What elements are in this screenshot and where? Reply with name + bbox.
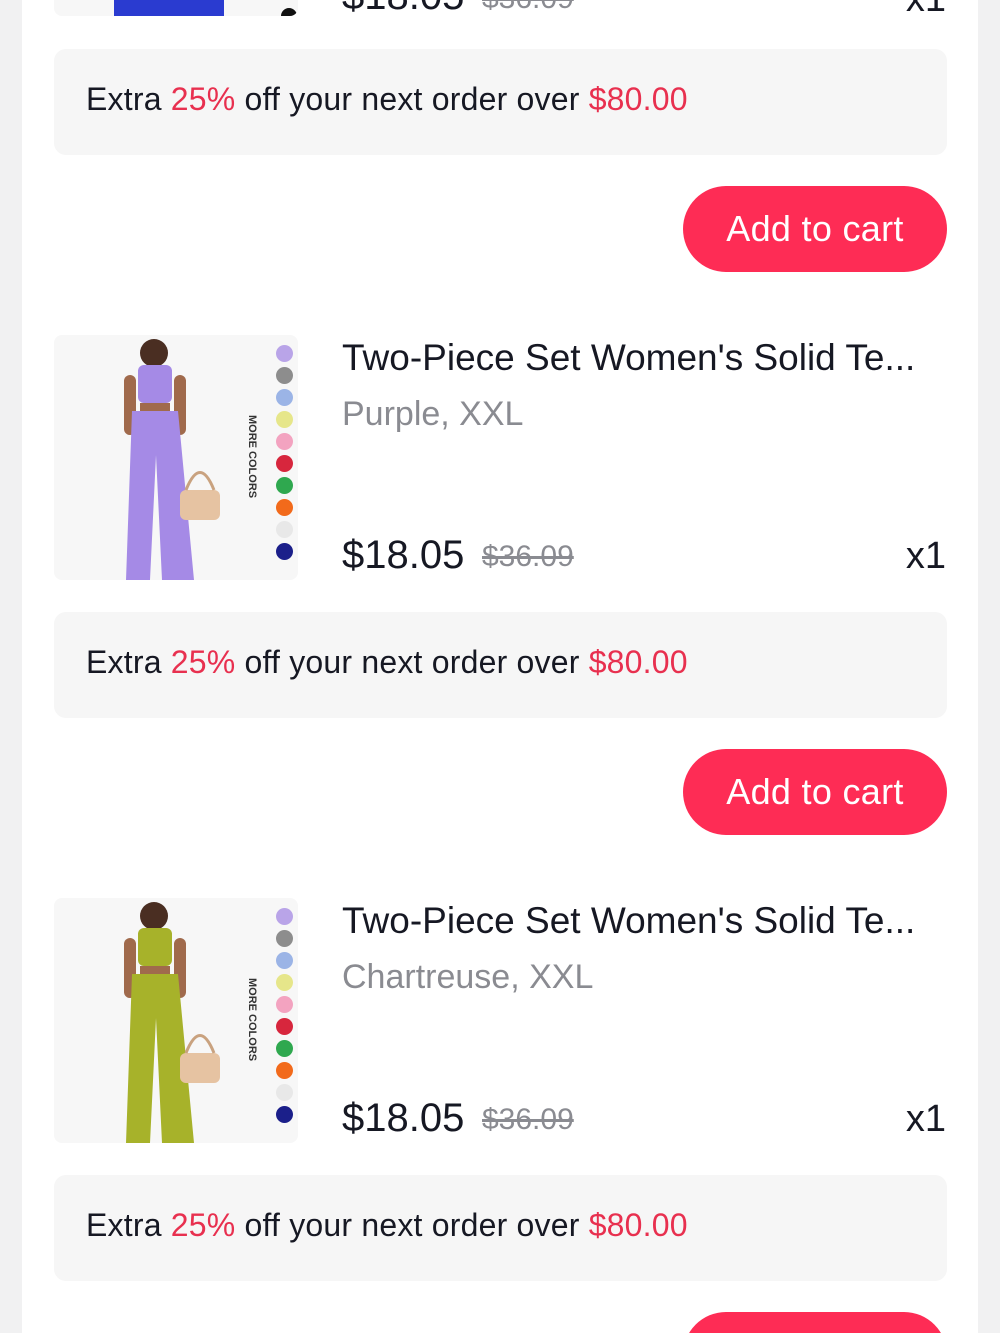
color-swatch (276, 908, 293, 925)
color-swatch (276, 974, 293, 991)
image-caption: MORE COLORS (246, 978, 258, 1062)
color-swatch (276, 411, 293, 428)
add-to-cart-button[interactable]: Add to cart (683, 749, 947, 835)
cart-item-list: $18.05 $36.09 x1 Extra 25% off your next… (22, 0, 978, 1333)
item-title[interactable]: Two-Piece Set Women's Solid Te... (342, 900, 915, 942)
product-image[interactable]: MORE COLORS (54, 335, 298, 580)
color-swatch (276, 455, 293, 472)
item-quantity[interactable]: x1 (906, 1098, 946, 1141)
promo-banner: Extra 25% off your next order over $80.0… (54, 49, 947, 155)
product-image[interactable] (54, 0, 298, 16)
item-price: $18.05 (342, 0, 464, 19)
item-variant[interactable]: Chartreuse, XXL (342, 958, 593, 997)
color-swatch (276, 543, 293, 560)
color-swatch (276, 1084, 293, 1101)
color-swatch (276, 996, 293, 1013)
item-quantity: x1 (906, 0, 946, 21)
color-swatch (276, 367, 293, 384)
promo-text: Extra 25% off your next order over $80.0… (86, 1207, 688, 1243)
color-swatch (276, 1040, 293, 1057)
color-swatch-column (274, 335, 298, 580)
color-swatch (276, 477, 293, 494)
color-swatch (276, 389, 293, 406)
color-swatch (276, 433, 293, 450)
color-swatch (276, 499, 293, 516)
color-swatch-column (274, 898, 298, 1143)
color-swatch (276, 345, 293, 362)
promo-text: Extra 25% off your next order over $80.0… (86, 644, 688, 680)
color-swatch (276, 952, 293, 969)
item-original-price: $36.09 (482, 0, 574, 16)
color-swatch (281, 8, 297, 16)
promo-text: Extra 25% off your next order over $80.0… (86, 81, 688, 117)
color-swatch (276, 1062, 293, 1079)
color-swatch (276, 521, 293, 538)
product-photo (124, 902, 220, 1143)
promo-banner: Extra 25% off your next order over $80.0… (54, 612, 947, 718)
color-swatch (276, 1106, 293, 1123)
color-swatch (276, 1018, 293, 1035)
item-price: $18.05 (342, 533, 465, 577)
add-to-cart-button[interactable]: Add to cart (683, 186, 947, 272)
image-caption: MORE COLORS (246, 415, 258, 499)
item-original-price: $36.09 (482, 540, 574, 573)
color-swatch (276, 930, 293, 947)
item-variant[interactable]: Purple, XXL (342, 395, 523, 434)
product-image[interactable]: MORE COLORS (54, 898, 298, 1143)
item-quantity[interactable]: x1 (906, 535, 946, 578)
item-price: $18.05 (342, 1096, 465, 1140)
promo-banner: Extra 25% off your next order over $80.0… (54, 1175, 947, 1281)
add-to-cart-button[interactable] (683, 1312, 947, 1333)
item-title[interactable]: Two-Piece Set Women's Solid Te... (342, 337, 915, 379)
product-photo (124, 339, 220, 580)
outfit-shape (114, 0, 224, 16)
item-original-price: $36.09 (482, 1103, 574, 1136)
